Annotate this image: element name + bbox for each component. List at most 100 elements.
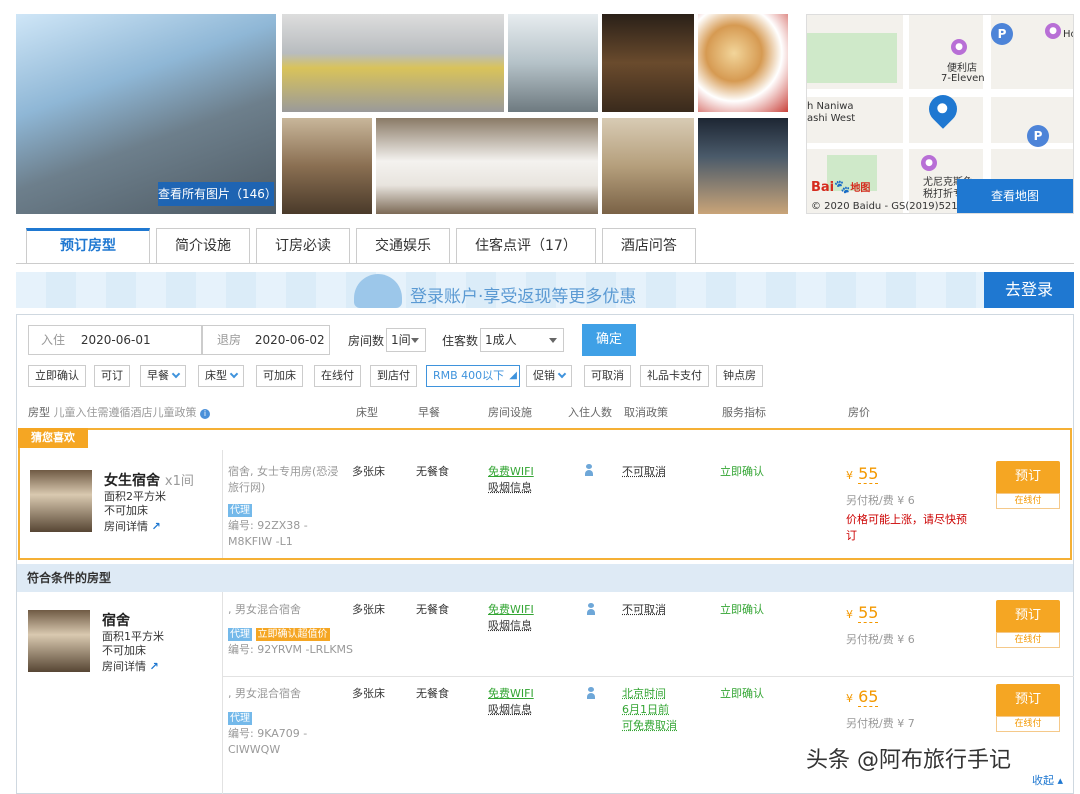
login-button[interactable]: 去登录 bbox=[984, 272, 1074, 308]
map-copyright: © 2020 Baidu - GS(2019)5218 bbox=[811, 201, 965, 212]
arrow-icon: ↗ bbox=[149, 660, 159, 673]
map-label: Ho bbox=[1063, 29, 1073, 40]
divider bbox=[222, 592, 223, 794]
hotel-photo[interactable] bbox=[376, 118, 598, 214]
tab-booking[interactable]: 预订房型 bbox=[26, 228, 150, 264]
filter-gift-card[interactable]: 礼品卡支付 bbox=[640, 365, 709, 387]
hotel-photo[interactable] bbox=[602, 14, 694, 112]
hotel-map[interactable]: P P ● ● ● 便利店 7-Eleven h Naniwa ashi Wes… bbox=[806, 14, 1074, 214]
breakfast: 无餐食 bbox=[416, 687, 449, 700]
pay-online-button[interactable]: 在线付 bbox=[996, 632, 1060, 648]
agent-tag: 代理 bbox=[228, 628, 252, 641]
checkin-field[interactable]: 入住 2020-06-01 bbox=[28, 325, 202, 355]
tab-reviews[interactable]: 住客点评（17） bbox=[456, 228, 596, 264]
filter-promotion[interactable]: 促销 bbox=[526, 365, 572, 387]
service-indicator: 立即确认 bbox=[720, 603, 764, 616]
col-cancel: 取消政策 bbox=[624, 406, 668, 419]
breakfast: 无餐食 bbox=[416, 603, 449, 616]
book-button[interactable]: 预订 bbox=[996, 684, 1060, 716]
chevron-down-icon bbox=[549, 338, 557, 343]
matching-rooms-heading: 符合条件的房型 bbox=[17, 564, 1073, 592]
view-map-button[interactable]: 查看地图 bbox=[957, 179, 1073, 213]
guests-select[interactable]: 1成人 bbox=[480, 328, 564, 352]
hotel-photo[interactable] bbox=[698, 14, 788, 112]
rooms-select[interactable]: 1间 bbox=[386, 328, 426, 352]
col-facilities: 房间设施 bbox=[488, 406, 532, 419]
room-photo[interactable] bbox=[28, 610, 90, 672]
map-label: 7-Eleven bbox=[941, 73, 985, 84]
divider bbox=[222, 676, 1074, 677]
col-room-type: 房型 儿童入住需遵循酒店儿童政策 i bbox=[28, 404, 210, 420]
breakfast: 无餐食 bbox=[416, 465, 449, 478]
collapse-link[interactable]: 收起 ▴ bbox=[1032, 772, 1063, 788]
guests-label: 住客数 bbox=[442, 334, 479, 348]
smoking-info-link[interactable]: 吸烟信息 bbox=[488, 618, 534, 634]
tax-fee: 另付税/费 ¥ 7 bbox=[846, 717, 915, 730]
tab-qa[interactable]: 酒店问答 bbox=[601, 228, 696, 264]
wifi-link[interactable]: 免费WIFI bbox=[488, 686, 534, 702]
cancel-policy[interactable]: 不可取消 bbox=[622, 602, 666, 618]
col-price: 房价 bbox=[848, 406, 870, 419]
tax-fee: 另付税/费 ¥ 6 bbox=[846, 633, 915, 646]
room-price: ¥ 55 bbox=[846, 603, 879, 623]
room-price: ¥ 55 bbox=[846, 464, 879, 484]
room-name[interactable]: 宿舍 bbox=[102, 610, 130, 630]
filter-cancellable[interactable]: 可取消 bbox=[584, 365, 631, 387]
hotel-photo[interactable] bbox=[282, 14, 504, 112]
pay-online-button[interactable]: 在线付 bbox=[996, 716, 1060, 732]
wifi-link[interactable]: 免费WIFI bbox=[488, 602, 534, 618]
offer-desc: , 男女混合宿舍 bbox=[228, 603, 301, 616]
tab-divider bbox=[16, 263, 1074, 264]
filter-pay-online[interactable]: 在线付 bbox=[314, 365, 361, 387]
room-detail-link[interactable]: 房间详情 ↗ bbox=[104, 520, 161, 534]
cancel-policy[interactable]: 不可取消 bbox=[622, 464, 666, 480]
filter-bookable[interactable]: 可订 bbox=[94, 365, 130, 387]
room-area: 面积2平方米 bbox=[104, 490, 166, 503]
tab-intro[interactable]: 简介设施 bbox=[156, 228, 250, 264]
hotel-photo[interactable] bbox=[602, 118, 694, 214]
map-label: h Naniwa bbox=[807, 101, 854, 112]
smoking-info-link[interactable]: 吸烟信息 bbox=[488, 702, 534, 718]
tab-notice[interactable]: 订房必读 bbox=[256, 228, 350, 264]
book-button[interactable]: 预订 bbox=[996, 461, 1060, 493]
col-bed: 床型 bbox=[356, 406, 378, 419]
filter-extra-bed[interactable]: 可加床 bbox=[256, 365, 303, 387]
room-photo[interactable] bbox=[30, 470, 92, 532]
room-price: ¥ 65 bbox=[846, 687, 879, 707]
arrow-icon: ↗ bbox=[151, 520, 161, 533]
filter-breakfast[interactable]: 早餐 bbox=[140, 365, 186, 387]
map-label: 便利店 bbox=[947, 63, 977, 74]
hotel-photo[interactable] bbox=[508, 14, 598, 112]
book-button[interactable]: 预订 bbox=[996, 600, 1060, 632]
hotel-photo[interactable] bbox=[282, 118, 372, 214]
tax-fee: 另付税/费 ¥ 6 bbox=[846, 494, 915, 507]
confirm-button[interactable]: 确定 bbox=[582, 324, 636, 356]
smoking-info-link[interactable]: 吸烟信息 bbox=[488, 480, 534, 496]
cancel-policy[interactable]: 北京时间 6月1日前 可免费取消 bbox=[622, 686, 677, 734]
filter-price-under-400[interactable]: RMB 400以下 ◢ bbox=[426, 365, 520, 387]
tab-transport[interactable]: 交通娱乐 bbox=[356, 228, 450, 264]
checkout-field[interactable]: 退房 2020-06-02 bbox=[202, 325, 330, 355]
agent-tag: 代理 bbox=[228, 504, 252, 517]
person-icon bbox=[585, 464, 593, 476]
hotel-photo[interactable] bbox=[698, 118, 788, 214]
wifi-link[interactable]: 免费WIFI bbox=[488, 464, 534, 480]
child-policy-link[interactable]: 儿童入住需遵循酒店儿童政策 bbox=[54, 406, 197, 419]
room-name[interactable]: 女生宿舍 x1间 bbox=[104, 470, 194, 490]
baidu-logo: Bai🐾地图 bbox=[811, 180, 871, 195]
pay-online-button[interactable]: 在线付 bbox=[996, 493, 1060, 509]
room-detail-link[interactable]: 房间详情 ↗ bbox=[102, 660, 159, 674]
facilities: 免费WIFI 吸烟信息 bbox=[488, 686, 534, 718]
view-all-photos-button[interactable]: 查看所有图片（146） bbox=[158, 182, 277, 206]
map-parking-icon: P bbox=[1027, 125, 1049, 147]
filter-pay-at-hotel[interactable]: 到店付 bbox=[370, 365, 417, 387]
map-shop-icon: ● bbox=[951, 39, 967, 55]
info-icon[interactable]: i bbox=[200, 409, 210, 419]
offer-tags: 代理 立即确认超值价 bbox=[228, 626, 330, 642]
map-shop-icon: ● bbox=[921, 155, 937, 171]
filter-instant-confirm[interactable]: 立即确认 bbox=[28, 365, 86, 387]
offer-desc: 宿舍, 女士专用房(恐浸旅行网) bbox=[228, 465, 339, 494]
filter-hourly[interactable]: 钟点房 bbox=[716, 365, 763, 387]
price-warning: 价格可能上涨，请尽快预订 bbox=[846, 513, 967, 542]
filter-bed-type[interactable]: 床型 bbox=[198, 365, 244, 387]
